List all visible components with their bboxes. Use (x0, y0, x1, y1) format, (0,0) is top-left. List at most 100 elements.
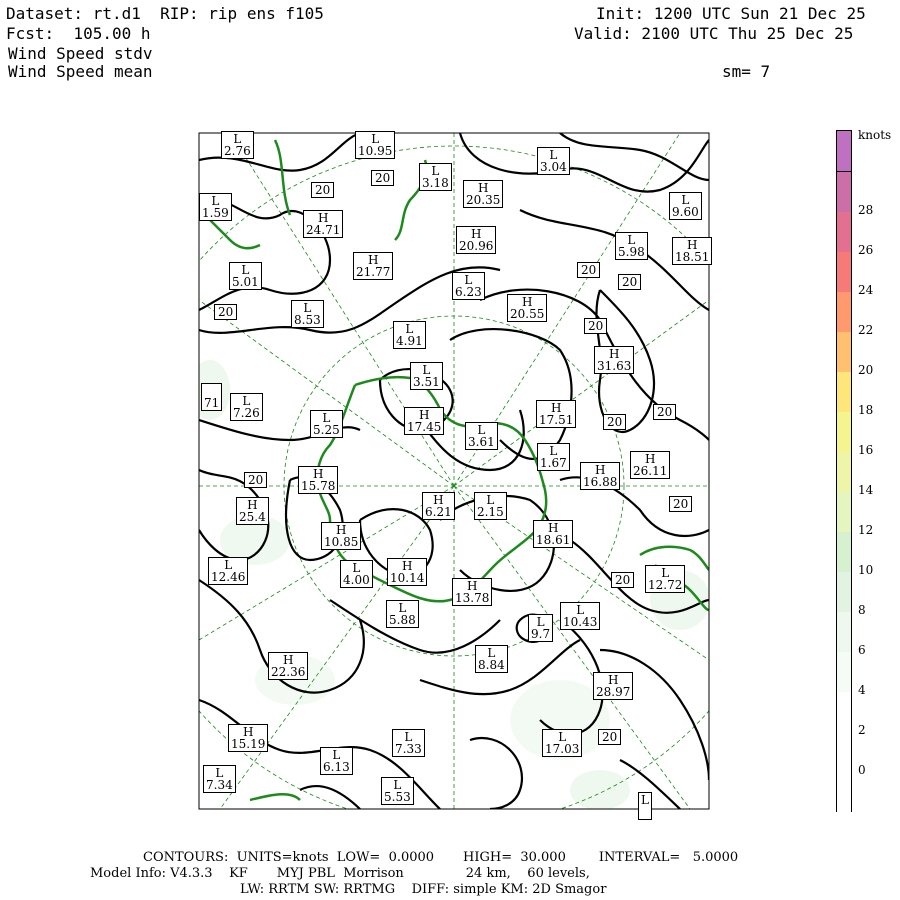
extremum-value: 8.84 (478, 658, 505, 672)
extremum-value: 17.03 (545, 742, 580, 756)
extremum-label: H 15.78 (298, 466, 339, 494)
extremum-label: L 5.88 (386, 600, 419, 628)
contour-value-tag: 20 (603, 414, 627, 430)
extremum-value: 6.23 (455, 285, 482, 299)
extremum-value: 17.51 (539, 413, 574, 427)
extremum-value: 3.61 (468, 435, 495, 449)
color-scale-tick: 16 (858, 443, 874, 457)
extremum-label: L 7.33 (392, 729, 425, 757)
extremum-value: 12.46 (211, 570, 246, 584)
extremum-label: H 20.96 (456, 226, 497, 254)
extremum-value: 26.11 (633, 464, 668, 478)
contour-value-tag: 20 (611, 572, 635, 588)
extremum-label: L 10.95 (355, 131, 396, 159)
extremum-value: 6.21 (425, 505, 452, 519)
extremum-value: 18.51 (675, 250, 710, 264)
extremum-value: 3.04 (540, 160, 567, 174)
extremum-label: H 17.45 (404, 407, 445, 435)
extremum-label: L 17.03 (542, 729, 583, 757)
extremum-label: L 5.01 (229, 262, 262, 290)
extremum-label: H 21.77 (353, 252, 394, 280)
extremum-label: L 6.13 (320, 747, 353, 775)
color-swatch (837, 611, 851, 652)
extremum-value: 3.18 (422, 176, 449, 190)
extremum-label: H 15.19 (228, 724, 269, 752)
extremum-label: L 2.15 (474, 492, 507, 520)
color-swatch (837, 331, 851, 372)
extremum-value (641, 806, 649, 818)
contour-value-tag: 20 (618, 274, 642, 290)
extremum-value: 24.71 (306, 223, 341, 237)
contour-value-tag: 20 (214, 304, 238, 320)
extremum-label: L 5.53 (381, 777, 414, 805)
extremum-label: L 8.53 (291, 300, 324, 328)
extremum-label: H 24.71 (303, 210, 344, 238)
extremum-value: 6.13 (323, 760, 350, 774)
color-scale-units: knots (858, 128, 892, 142)
extremum-value: 15.78 (301, 479, 336, 493)
extremum-label: H 26.11 (630, 451, 671, 479)
color-scale-tick: 28 (858, 203, 874, 217)
extremum-label: H 20.35 (463, 180, 504, 208)
extremum-label: L 8.84 (475, 645, 508, 673)
extremum-value: 4.91 (396, 334, 423, 348)
wind-speed-map (198, 132, 710, 810)
extremum-label: H 25.4 (236, 497, 269, 525)
extremum-value: 13.78 (455, 591, 490, 605)
color-swatch (837, 211, 851, 252)
extremum-label: 71 (201, 383, 223, 411)
extremum-label: L 4.00 (340, 560, 373, 588)
extremum-value: 20.96 (459, 239, 494, 253)
extremum-label: H 10.85 (321, 522, 362, 550)
color-scale-tick: 20 (858, 363, 874, 377)
extremum-value: 3.51 (413, 375, 440, 389)
extremum-value: 18.61 (536, 533, 571, 547)
extremum-label: H 17.51 (536, 400, 577, 428)
extremum-value: 12.72 (648, 578, 683, 592)
contour-value-tag: 20 (584, 318, 608, 334)
color-scale-tick: 24 (858, 283, 874, 297)
extremum-value: 8.53 (294, 313, 321, 327)
extremum-value: 21.77 (356, 265, 391, 279)
extremum-value: 5.53 (384, 790, 411, 804)
contour-value-tag: 20 (669, 496, 693, 512)
extremum-label: H 6.21 (422, 492, 455, 520)
extremum-label: H 10.14 (387, 558, 428, 586)
extremum-label: L 3.04 (537, 147, 570, 175)
extremum-value: 1.59 (202, 206, 229, 220)
contour-value-tag: 20 (653, 404, 677, 420)
extremum-value: 10.43 (563, 615, 598, 629)
extremum-label: H 28.97 (593, 672, 634, 700)
extremum-label: H 22.36 (268, 652, 309, 680)
extremum-value: 2.76 (224, 144, 251, 158)
color-scale-bar (836, 130, 852, 812)
extremum-value: 9.7 (531, 627, 551, 641)
extremum-label: H 18.51 (672, 237, 713, 265)
color-scale-tick: 6 (858, 643, 866, 657)
color-swatch (837, 451, 851, 492)
color-scale-tick: 18 (858, 403, 874, 417)
extremum-value: 10.95 (358, 144, 393, 158)
extremum-value: 15.19 (231, 737, 266, 751)
color-scale-tick: 14 (858, 483, 874, 497)
extremum-label: L 9.7 (528, 614, 554, 642)
extremum-value: 20.55 (510, 307, 545, 321)
color-swatch (837, 731, 851, 772)
extremum-label: L 12.46 (208, 557, 249, 585)
extremum-label: L 4.91 (393, 321, 426, 349)
color-swatch (837, 371, 851, 412)
color-scale-tick: 26 (858, 243, 874, 257)
extremum-value: 22.36 (271, 665, 306, 679)
color-scale-tick: 0 (858, 763, 866, 777)
color-swatch (837, 251, 851, 292)
extremum-label: L 6.23 (452, 272, 485, 300)
color-scale-tick: 2 (858, 723, 866, 737)
extremum-value: 1.67 (540, 456, 567, 470)
extremum-value: 16.88 (583, 475, 618, 489)
color-swatch (837, 131, 851, 171)
contours-info: CONTOURS: UNITS=knots LOW= 0.0000 HIGH= … (143, 850, 739, 865)
color-swatch (837, 491, 851, 532)
extremum-value: 20.35 (466, 193, 501, 207)
extremum-label: H 16.88 (580, 462, 621, 490)
shade-patch (570, 770, 630, 809)
